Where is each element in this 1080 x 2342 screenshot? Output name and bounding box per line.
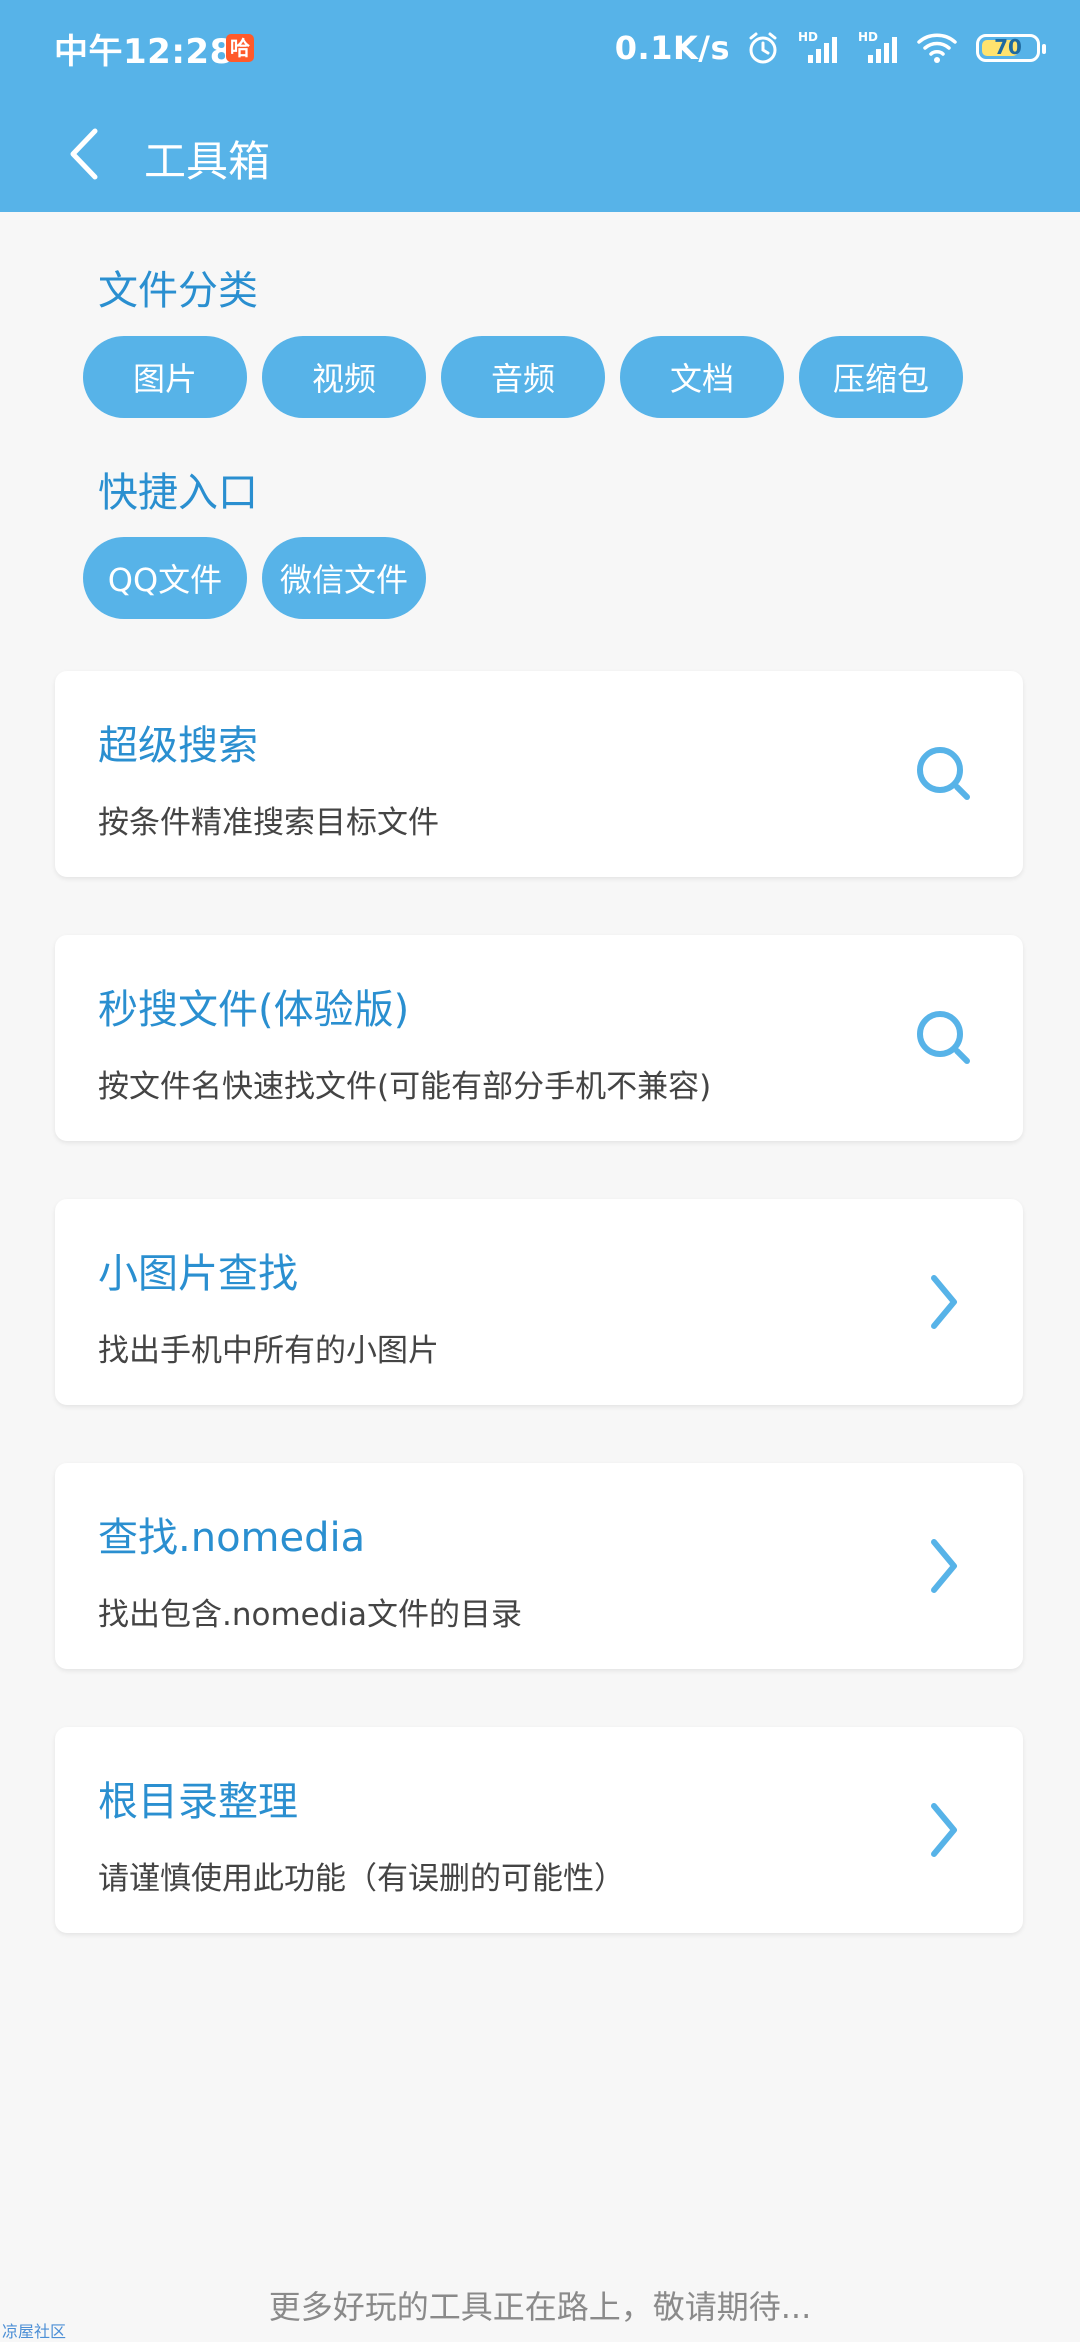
page-title: 工具箱 [144, 137, 271, 186]
category-chip-audio[interactable]: 音频 [441, 336, 605, 418]
quick-entry-row: QQ文件 微信文件 [83, 537, 426, 619]
status-time: 中午12:28 [54, 32, 234, 72]
battery-tip [1042, 44, 1046, 54]
chevron-right-icon [911, 1533, 977, 1599]
category-chip-documents[interactable]: 文档 [620, 336, 784, 418]
signal-hd-icon-2: HD [856, 24, 902, 72]
watermark: 凉屋社区 [2, 2322, 67, 2341]
category-chip-archives[interactable]: 压缩包 [799, 336, 963, 418]
tool-card-title: 小图片查找 [98, 1251, 298, 1297]
chevron-right-icon [911, 1269, 977, 1335]
svg-text:HD: HD [858, 30, 878, 44]
back-button[interactable] [44, 114, 124, 194]
tool-card-title: 查找.nomedia [98, 1515, 366, 1561]
tool-card-subtitle: 找出手机中所有的小图片 [98, 1333, 439, 1369]
wifi-icon [916, 24, 958, 72]
tool-card-subtitle: 按文件名快速找文件(可能有部分手机不兼容) [98, 1069, 712, 1105]
svg-text:HD: HD [798, 30, 818, 44]
tool-card-root-cleanup[interactable]: 根目录整理 请谨慎使用此功能（有误删的可能性） [55, 1727, 1023, 1933]
tool-card-super-search[interactable]: 超级搜索 按条件精准搜索目标文件 [55, 671, 1023, 877]
search-icon [911, 1005, 977, 1071]
status-icons: 0.1K/s HD HD 70 [614, 24, 1046, 72]
tool-card-instant-search[interactable]: 秒搜文件(体验版) 按文件名快速找文件(可能有部分手机不兼容) [55, 935, 1023, 1141]
network-speed: 0.1K/s [614, 29, 730, 67]
quick-entry-wechat-files[interactable]: 微信文件 [262, 537, 426, 619]
app-header: 中午12:28 哈 0.1K/s HD HD 70 工具箱 [0, 0, 1080, 212]
tool-card-title: 根目录整理 [98, 1779, 298, 1825]
tool-card-title: 超级搜索 [98, 723, 258, 769]
toolbar: 工具箱 [0, 96, 1080, 212]
tool-card-small-image-finder[interactable]: 小图片查找 找出手机中所有的小图片 [55, 1199, 1023, 1405]
file-categories-title: 文件分类 [98, 268, 258, 314]
alarm-icon [744, 24, 782, 72]
category-chip-images[interactable]: 图片 [83, 336, 247, 418]
battery-icon: 70 [976, 34, 1046, 62]
status-bar: 中午12:28 哈 0.1K/s HD HD 70 [0, 0, 1080, 96]
category-chip-videos[interactable]: 视频 [262, 336, 426, 418]
tool-card-subtitle: 按条件精准搜索目标文件 [98, 805, 439, 841]
chevron-left-icon [70, 128, 98, 180]
battery-percentage: 70 [994, 35, 1022, 59]
footer-message: 更多好玩的工具正在路上，敬请期待... [268, 2288, 812, 2326]
file-categories-row: 图片 视频 音频 文档 压缩包 [83, 336, 963, 418]
quick-entry-title: 快捷入口 [98, 470, 258, 516]
tool-card-subtitle: 找出包含.nomedia文件的目录 [98, 1597, 523, 1633]
tool-card-subtitle: 请谨慎使用此功能（有误删的可能性） [98, 1861, 625, 1897]
search-icon [911, 741, 977, 807]
signal-hd-icon: HD [796, 24, 842, 72]
app-notification-icon: 哈 [226, 34, 254, 62]
tool-card-title: 秒搜文件(体验版) [98, 987, 410, 1033]
tool-card-nomedia-finder[interactable]: 查找.nomedia 找出包含.nomedia文件的目录 [55, 1463, 1023, 1669]
chevron-right-icon [911, 1797, 977, 1863]
quick-entry-qq-files[interactable]: QQ文件 [83, 537, 247, 619]
